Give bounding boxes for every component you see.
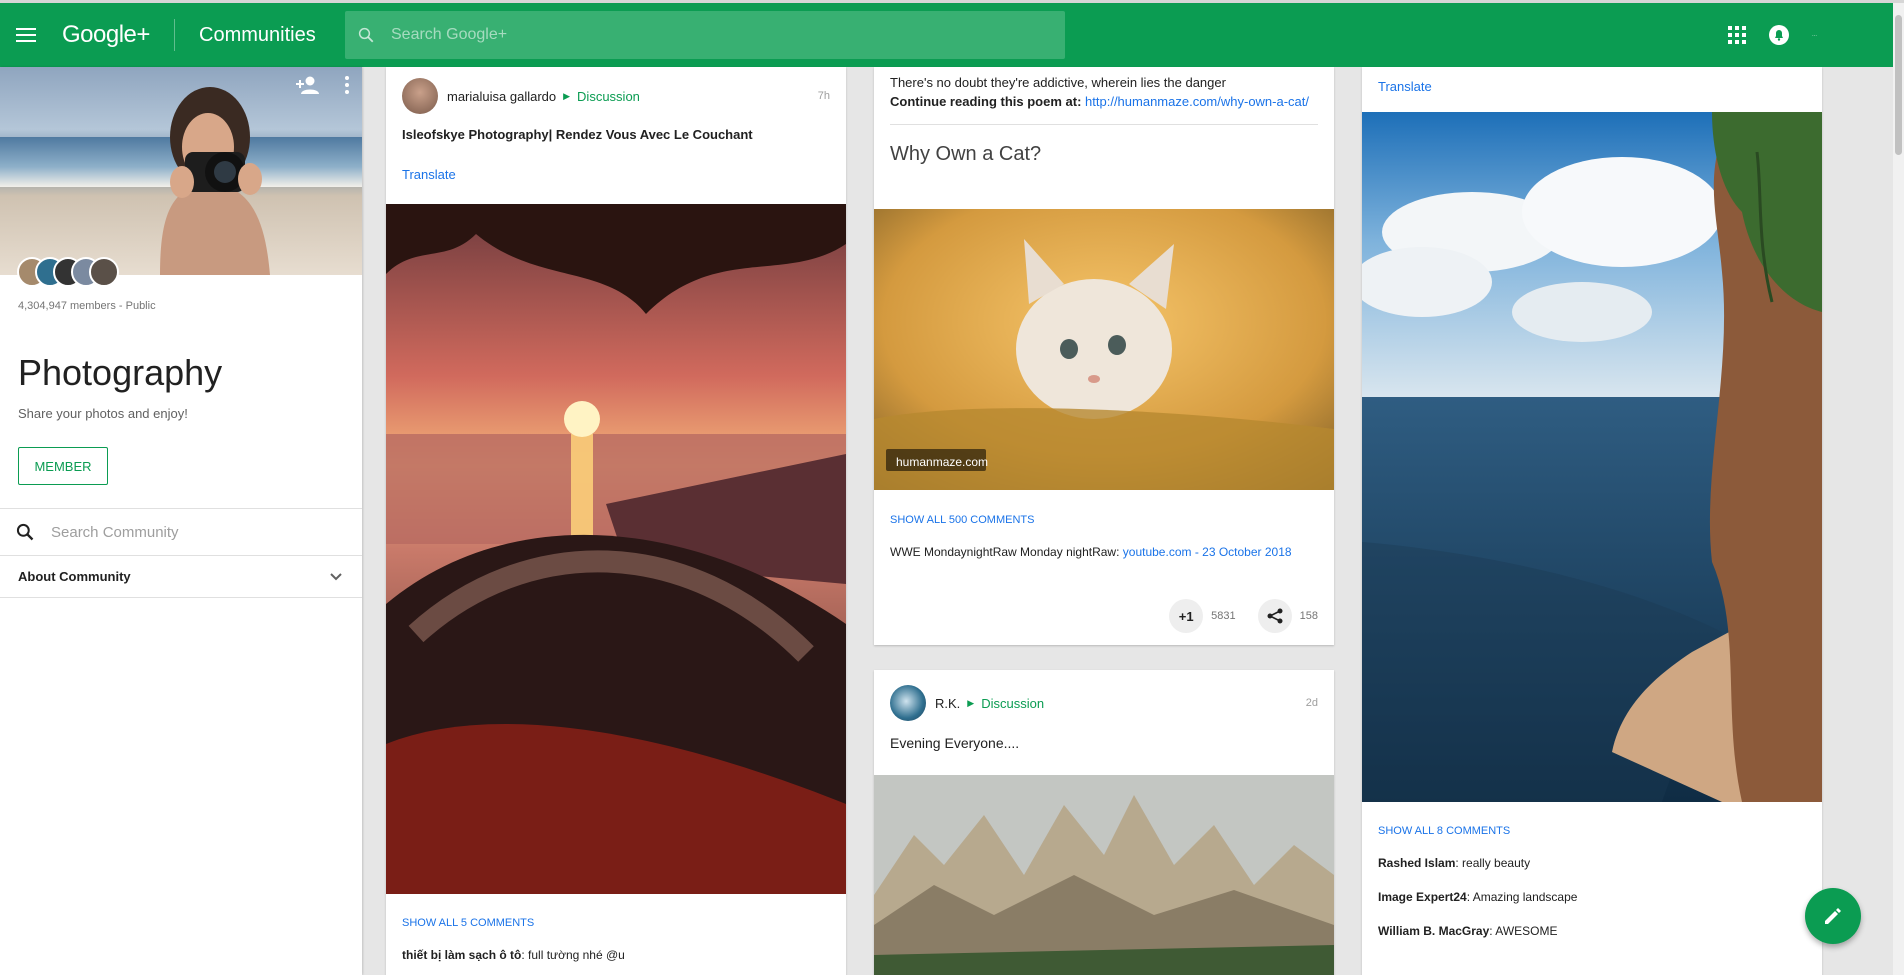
google-plus-logo[interactable]: Google+ (62, 21, 162, 49)
show-comments-link[interactable]: SHOW ALL 5 COMMENTS (386, 917, 550, 929)
post-image-coast[interactable] (1362, 112, 1822, 802)
comment-text: : full tường nhé @u (521, 948, 625, 962)
post-category[interactable]: Discussion (981, 696, 1044, 711)
comment-author[interactable]: WWE MondaynightRaw Monday nightRaw (890, 545, 1116, 559)
comment-author[interactable]: thiết bị làm sạch ô tô (402, 948, 521, 962)
community-sidebar: 4,304,947 members - Public Photography S… (0, 67, 362, 975)
post-actions: +1 5831 158 (874, 599, 1334, 633)
comment-text: : AWESOME (1489, 924, 1558, 938)
post-time[interactable]: 7h (818, 90, 830, 102)
search-icon (358, 27, 374, 43)
new-post-button[interactable] (1805, 888, 1861, 944)
arrow-right-icon: ▶ (967, 697, 975, 708)
post-header: R.K. ▶ Discussion 2d (874, 670, 1334, 736)
add-member-icon[interactable] (296, 75, 320, 95)
about-community-label: About Community (18, 569, 131, 584)
community-search-input[interactable] (51, 523, 331, 541)
apps-grid-icon[interactable] (1728, 26, 1746, 44)
header-divider (174, 19, 175, 51)
chevron-down-icon (330, 572, 342, 580)
translate-link[interactable]: Translate (386, 167, 846, 182)
post-author[interactable]: marialuisa gallardo (447, 89, 556, 104)
menu-icon (16, 28, 36, 42)
continue-reading: Continue reading this poem at: http://hu… (874, 92, 1334, 111)
arrow-right-icon: ▶ (563, 90, 571, 101)
more-vert-icon[interactable] (344, 75, 350, 95)
member-count: 4,304,947 members - Public (18, 300, 156, 312)
continue-link[interactable]: http://humanmaze.com/why-own-a-cat/ (1085, 94, 1309, 109)
top-app-bar: Google+ Communities ... (0, 3, 1893, 67)
comment-text: : Amazing landscape (1466, 890, 1578, 904)
comment: thiết bị làm sạch ô tô: full tường nhé @… (386, 946, 641, 964)
post-category[interactable]: Discussion (577, 89, 640, 104)
post-image-kitten[interactable] (874, 209, 1334, 490)
section-title[interactable]: Communities (199, 24, 349, 47)
comment-author[interactable]: William B. MacGray (1378, 924, 1489, 938)
community-title: Photography (18, 352, 223, 393)
post-time[interactable]: 2d (1306, 697, 1318, 709)
global-search[interactable] (345, 11, 1065, 59)
comment: Rashed Islam: really beauty (1362, 854, 1546, 872)
share-count: 158 (1299, 610, 1318, 622)
continue-label: Continue reading this poem at: (890, 94, 1082, 109)
edit-pencil-icon (1825, 908, 1841, 924)
translate-link[interactable]: Translate (1362, 79, 1822, 94)
scrollbar-thumb[interactable] (1895, 15, 1902, 155)
post-image-sunset[interactable] (386, 204, 846, 894)
comment-link[interactable]: youtube.com - 23 October 2018 (1123, 545, 1292, 559)
global-search-input[interactable] (391, 26, 991, 44)
link-preview-title[interactable]: Why Own a Cat? (874, 125, 1334, 166)
comment-text: : really beauty (1455, 856, 1531, 870)
show-comments-link[interactable]: SHOW ALL 500 COMMENTS (874, 514, 1050, 526)
post-text: Isleofskye Photography| Rendez Vous Avec… (402, 127, 753, 142)
community-tagline: Share your photos and enjoy! (18, 406, 188, 421)
member-button[interactable]: MEMBER (18, 447, 108, 485)
community-search[interactable] (0, 508, 362, 556)
author-avatar[interactable] (402, 78, 438, 114)
menu-button[interactable] (0, 3, 52, 67)
post-image-mountains[interactable] (874, 775, 1334, 975)
show-comments-link[interactable]: SHOW ALL 8 COMMENTS (1362, 825, 1526, 837)
comment: William B. MacGray: AWESOME (1362, 922, 1574, 940)
share-icon (1267, 608, 1283, 624)
member-avatars[interactable] (17, 257, 119, 287)
plus-one-count: 5831 (1211, 610, 1236, 622)
notifications-icon[interactable] (1768, 24, 1790, 46)
post-header: marialuisa gallardo ▶ Discussion 7h (386, 67, 846, 125)
search-icon (16, 523, 34, 541)
community-cover-image (0, 67, 362, 275)
post-author[interactable]: R.K. (935, 696, 960, 711)
post-text: Evening Everyone.... (890, 735, 1020, 751)
plus-one-button[interactable]: +1 (1169, 599, 1204, 633)
comment-author[interactable]: Image Expert24 (1378, 890, 1467, 904)
comment: Image Expert24: Amazing landscape (1362, 888, 1593, 906)
post-text: There's no doubt they're addictive, wher… (890, 75, 1226, 90)
comment: WWE MondaynightRaw Monday nightRaw: yout… (890, 545, 1292, 559)
author-avatar[interactable] (890, 685, 926, 721)
about-community-toggle[interactable]: About Community (0, 556, 362, 598)
account-label[interactable]: ... (1812, 32, 1848, 38)
share-button[interactable] (1257, 599, 1292, 633)
image-source-label[interactable]: humanmaze.com (896, 455, 988, 469)
comment-author[interactable]: Rashed Islam (1378, 856, 1455, 870)
